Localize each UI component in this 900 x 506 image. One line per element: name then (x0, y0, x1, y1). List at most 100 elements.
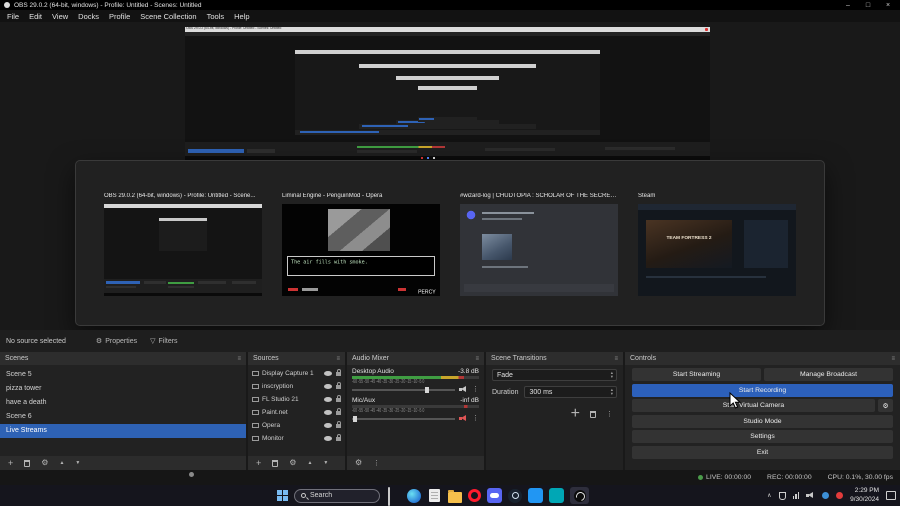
volume-slider[interactable] (352, 386, 455, 393)
transition-options-button[interactable]: ⋮ (606, 411, 613, 418)
lock-icon[interactable] (336, 368, 341, 376)
speaker-icon[interactable] (459, 386, 468, 393)
menu-file[interactable]: File (2, 12, 24, 21)
volume-slider[interactable] (352, 415, 455, 422)
menu-help[interactable]: Help (229, 12, 254, 21)
virtual-camera-settings-button[interactable]: ⚙ (878, 399, 893, 412)
file-explorer-icon[interactable] (448, 489, 462, 503)
properties-button[interactable]: ⚙ Properties (96, 338, 137, 345)
window-card-liminal-engine[interactable]: Liminal Engine - PenguinMod - Opera The … (282, 193, 440, 296)
scene-properties-button[interactable]: ⚙ (41, 459, 48, 467)
scene-add-button[interactable]: + (8, 458, 13, 468)
visibility-eye-icon[interactable] (324, 423, 332, 428)
start-button[interactable] (277, 490, 288, 501)
window-card-steam[interactable]: Steam TEAM FORTRESS 2 (638, 193, 796, 296)
menu-tools[interactable]: Tools (202, 12, 230, 21)
menu-view[interactable]: View (47, 12, 73, 21)
window-card-obs[interactable]: OBS 29.0.2 (64-bit, windows) - Profile: … (104, 193, 262, 296)
source-add-button[interactable]: + (256, 458, 261, 468)
transition-add-button[interactable]: + (571, 405, 580, 423)
source-item-monitor[interactable]: Monitor (248, 432, 345, 445)
visibility-eye-icon[interactable] (324, 436, 332, 441)
source-item-fl-studio[interactable]: FL Studio 21 (248, 393, 345, 406)
menu-scene-collection[interactable]: Scene Collection (135, 12, 201, 21)
window-card-discord[interactable]: #wizard-log | CHUDTOPIA : SCHOLAR OF THE… (460, 193, 618, 296)
security-tray-icon[interactable] (778, 491, 786, 500)
filters-button[interactable]: ▽ Filters (150, 338, 177, 345)
network-tray-icon[interactable] (792, 492, 800, 499)
taskbar-clock[interactable]: 2:29 PM 9/30/2024 (850, 487, 879, 504)
volume-tray-icon[interactable] (806, 492, 815, 499)
mixer-options-button[interactable]: ⋮ (373, 460, 380, 467)
menu-edit[interactable]: Edit (24, 12, 47, 21)
visibility-eye-icon[interactable] (324, 397, 332, 402)
teal-app-icon[interactable] (549, 488, 564, 503)
scene-move-down-button[interactable]: ▼ (75, 460, 80, 466)
visibility-eye-icon[interactable] (324, 371, 332, 376)
taskbar-search-box[interactable]: Search (294, 488, 380, 503)
source-remove-button[interactable] (272, 459, 279, 467)
source-move-down-button[interactable]: ▼ (323, 460, 328, 466)
source-item-paintnet[interactable]: Paint.net (248, 406, 345, 419)
scene-item-scene6[interactable]: Scene 6 (0, 410, 246, 424)
lock-icon[interactable] (336, 433, 341, 441)
scene-item-scene5[interactable]: Scene 5 (0, 368, 246, 382)
steam-app-icon[interactable] (508, 488, 522, 503)
opera-app-icon[interactable] (468, 489, 481, 502)
mixer-settings-button[interactable]: ⚙ (355, 459, 362, 467)
menu-docks[interactable]: Docks (73, 12, 104, 21)
transitions-dock-header[interactable]: Scene Transitions ≡ (486, 352, 623, 365)
close-button[interactable]: × (880, 2, 896, 9)
discord-app-icon[interactable] (487, 488, 502, 503)
start-recording-button[interactable]: Start Recording (632, 383, 893, 397)
manage-broadcast-button[interactable]: Manage Broadcast (764, 368, 893, 381)
spinbox-arrows-icon[interactable]: ▴ ▾ (611, 387, 616, 396)
lock-icon[interactable] (336, 420, 341, 428)
task-view-icon[interactable] (386, 487, 401, 506)
blue-app-icon[interactable] (528, 488, 543, 503)
duration-spinbox[interactable]: 300 ms ▴ ▾ (524, 386, 617, 398)
lock-icon[interactable] (336, 381, 341, 389)
studio-mode-button[interactable]: Studio Mode (632, 414, 893, 428)
minimize-button[interactable]: – (840, 2, 856, 9)
document-app-icon[interactable] (429, 489, 440, 502)
scene-move-up-button[interactable]: ▲ (59, 460, 64, 466)
volume-slider-handle[interactable] (353, 415, 358, 422)
source-item-display-capture[interactable]: Display Capture 1 (248, 367, 345, 380)
transition-remove-button[interactable] (590, 410, 596, 418)
obs-taskbar-icon-active[interactable] (570, 487, 589, 504)
menu-profile[interactable]: Profile (104, 12, 135, 21)
volume-slider-handle[interactable] (425, 386, 430, 393)
blue-tray-icon[interactable] (822, 492, 830, 499)
muted-speaker-icon[interactable] (459, 415, 468, 422)
scene-item-pizza-tower[interactable]: pizza tower (0, 382, 246, 396)
red-tray-icon[interactable] (836, 492, 844, 499)
source-item-opera[interactable]: Opera (248, 419, 345, 432)
tray-chevron-up-icon[interactable]: ∧ (767, 492, 771, 499)
start-streaming-button[interactable]: Start Streaming (632, 368, 761, 381)
source-properties-button[interactable]: ⚙ (289, 459, 296, 467)
channel-options-icon[interactable]: ⋮ (472, 386, 479, 393)
visibility-eye-icon[interactable] (324, 384, 332, 389)
exit-button[interactable]: Exit (632, 445, 893, 459)
source-move-up-button[interactable]: ▲ (307, 460, 312, 466)
channel-options-icon[interactable]: ⋮ (472, 415, 479, 422)
lock-icon[interactable] (336, 407, 341, 415)
combo-arrows-icon[interactable]: ▴ ▾ (611, 370, 616, 379)
mixer-dock-header[interactable]: Audio Mixer ≡ (347, 352, 484, 365)
browser-app-icon[interactable] (407, 488, 421, 503)
transition-select[interactable]: Fade ▴ ▾ (492, 369, 617, 381)
start-virtual-camera-button[interactable]: Start Virtual Camera (632, 399, 875, 412)
scene-item-live-streams-selected[interactable]: Live Streams (0, 424, 246, 438)
source-item-inscryption[interactable]: inscryption (248, 380, 345, 393)
visibility-eye-icon[interactable] (324, 410, 332, 415)
scene-remove-button[interactable] (24, 459, 31, 467)
notification-center-icon[interactable] (886, 491, 896, 500)
lock-icon[interactable] (336, 394, 341, 402)
scenes-dock-header[interactable]: Scenes ≡ (0, 352, 246, 365)
scene-item-have-a-death[interactable]: have a death (0, 396, 246, 410)
maximize-button[interactable]: □ (860, 2, 876, 9)
controls-dock-header[interactable]: Controls ≡ (625, 352, 900, 365)
settings-button[interactable]: Settings (632, 430, 893, 443)
sources-dock-header[interactable]: Sources ≡ (248, 352, 345, 365)
